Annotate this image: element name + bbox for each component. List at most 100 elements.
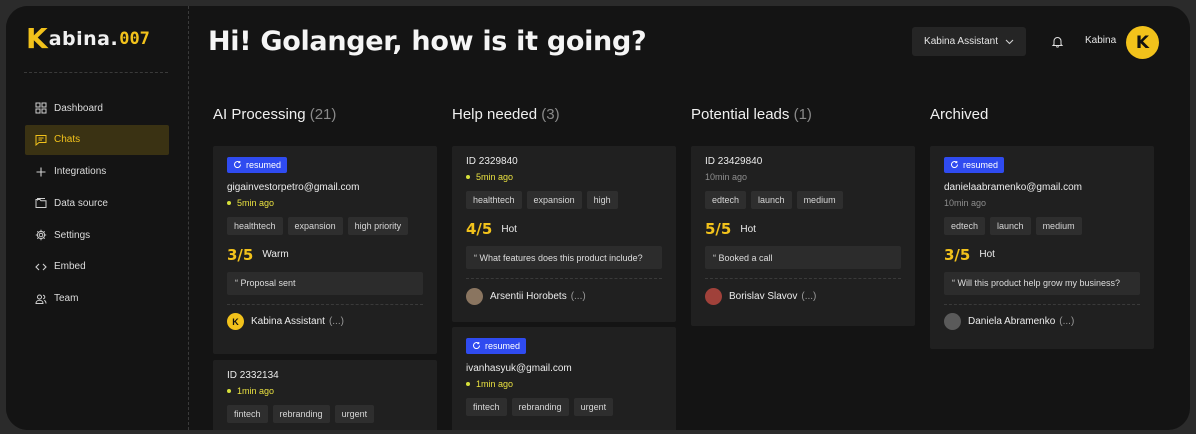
lead-time: 10min ago — [944, 198, 1140, 208]
tag[interactable]: edtech — [705, 191, 747, 209]
tag[interactable]: launch — [990, 216, 1031, 235]
owner-name: Arsentii Horobets — [490, 290, 567, 302]
tag[interactable]: high — [586, 191, 618, 209]
lead-owner[interactable]: Daniela Abramenko (...) — [944, 313, 1140, 331]
tag[interactable]: healthtech — [227, 216, 283, 235]
avatar[interactable]: K — [1126, 26, 1159, 59]
sidebar-item-integrations[interactable]: Integrations — [25, 157, 169, 187]
lead-owner[interactable]: Borislav Slavov (...) — [705, 287, 901, 305]
tag[interactable]: expansion — [287, 216, 343, 235]
lead-score: 5/5 Hot — [705, 220, 901, 238]
tag[interactable]: rebranding — [272, 405, 330, 423]
sidebar-item-label: Settings — [54, 229, 91, 241]
folder-icon — [35, 197, 47, 209]
column-title: AI Processing (21) — [213, 106, 437, 126]
logo-number: 007 — [119, 29, 150, 49]
page-title: Hi! Golanger, how is it going? — [208, 26, 647, 57]
lead-time-text: 1min ago — [237, 386, 275, 396]
lead-time-text: 10min ago — [705, 172, 748, 182]
tag[interactable]: fintech — [466, 397, 507, 416]
lead-card[interactable]: ID 2332134 1min ago fintech rebranding u… — [213, 360, 437, 430]
status-badge: resumed — [466, 337, 527, 354]
refresh-icon — [234, 161, 242, 168]
assistant-select[interactable]: Kabina Assistant — [912, 27, 1026, 56]
column-title-text: AI Processing — [213, 106, 306, 123]
column-title-text: Potential leads — [691, 106, 790, 123]
status-badge-label: resumed — [963, 159, 999, 170]
card-divider — [227, 303, 423, 305]
sidebar-item-team[interactable]: Team — [25, 284, 169, 314]
status-badge-label: resumed — [246, 159, 282, 170]
owner-more: (...) — [328, 316, 344, 327]
tag[interactable]: urgent — [334, 405, 375, 423]
tag-list: fintech rebranding urgent — [466, 397, 662, 416]
tag[interactable]: launch — [751, 191, 792, 209]
sidebar-item-settings[interactable]: Settings — [25, 220, 169, 250]
chevron-down-icon — [1005, 39, 1014, 44]
tag-list: fintech rebranding urgent — [227, 405, 423, 423]
column-count: (1) — [793, 106, 812, 123]
lead-id: ID 23429840 — [705, 156, 763, 167]
sidebar-item-data-source[interactable]: Data source — [25, 188, 169, 218]
gear-icon — [35, 229, 47, 241]
code-icon — [35, 261, 47, 273]
column-help-needed: Help needed (3) ID 2329840 5min ago heal… — [452, 106, 676, 430]
lead-owner[interactable]: Arsentii Horobets (...) — [466, 287, 662, 305]
sidebar-divider — [24, 72, 168, 73]
column-ai-processing: AI Processing (21) resumed gigainvestorp… — [213, 106, 437, 430]
lead-owner[interactable]: K Kabina Assistant (...) — [227, 313, 423, 331]
bell-icon[interactable] — [1051, 35, 1064, 48]
tag[interactable]: medium — [796, 191, 843, 209]
lead-email: ivanhasyuk@gmail.com — [466, 362, 572, 374]
last-message: “ What features does this product includ… — [466, 246, 662, 269]
sidebar-item-dashboard[interactable]: Dashboard — [25, 93, 169, 123]
dashboard-icon — [35, 102, 47, 114]
owner-more: (...) — [1059, 316, 1075, 327]
lead-card[interactable]: resumed gigainvestorpetro@gmail.com 5min… — [213, 146, 437, 354]
lead-card[interactable]: ID 23429840 10min ago edtech launch medi… — [691, 146, 915, 326]
last-message: “ Proposal sent — [227, 271, 423, 295]
tag[interactable]: medium — [1035, 216, 1082, 235]
lead-card[interactable]: resumed danielaabramenko@gmail.com 10min… — [930, 146, 1154, 349]
owner-name: Kabina Assistant — [251, 316, 325, 327]
card-divider — [466, 278, 662, 279]
lead-id: ID 2332134 — [227, 370, 279, 381]
sidebar-item-label: Dashboard — [54, 102, 103, 114]
tag-list: edtech launch medium — [705, 191, 901, 209]
chat-icon — [35, 134, 47, 146]
online-dot — [227, 200, 231, 205]
sidebar-item-embed[interactable]: Embed — [25, 252, 169, 282]
lead-time: 1min ago — [466, 379, 662, 389]
owner-name: Borislav Slavov — [729, 290, 798, 302]
tag[interactable]: healthtech — [466, 191, 522, 209]
lead-time-text: 10min ago — [944, 197, 987, 208]
tag[interactable]: edtech — [944, 216, 986, 235]
app-window: K abina. 007 Dashboard Chats Integration… — [6, 6, 1190, 430]
sidebar-item-chats[interactable]: Chats — [25, 124, 169, 155]
status-badge-label: resumed — [485, 340, 521, 351]
lead-card[interactable]: ID 2329840 5min ago healthtech expansion… — [452, 146, 676, 322]
logo[interactable]: K abina. 007 — [26, 24, 150, 54]
tag[interactable]: fintech — [227, 405, 268, 423]
column-archived: Archived resumed danielaabramenko@gmail.… — [930, 106, 1154, 349]
tag[interactable]: high priority — [347, 216, 409, 235]
sidebar-item-label: Embed — [54, 261, 86, 273]
tag[interactable]: rebranding — [511, 397, 569, 416]
sidebar-item-label: Integrations — [54, 166, 107, 178]
lead-score: 4/5 Hot — [466, 220, 662, 238]
score-value: 5/5 — [705, 220, 732, 238]
column-title: Help needed (3) — [452, 106, 676, 126]
online-dot — [227, 389, 231, 393]
lead-time: 10min ago — [705, 172, 901, 182]
tag[interactable]: expansion — [526, 191, 582, 209]
assistant-select-value: Kabina Assistant — [924, 36, 998, 47]
column-title-text: Archived — [930, 106, 989, 123]
card-divider — [705, 278, 901, 279]
owner-avatar — [466, 287, 483, 305]
lead-card[interactable]: resumed ivanhasyuk@gmail.com 1min ago fi… — [452, 327, 676, 430]
owner-avatar: K — [227, 313, 244, 330]
user-name[interactable]: Kabina — [1085, 35, 1116, 46]
tag[interactable]: urgent — [573, 397, 614, 416]
refresh-icon — [473, 342, 481, 349]
lead-temperature: Hot — [740, 223, 756, 235]
